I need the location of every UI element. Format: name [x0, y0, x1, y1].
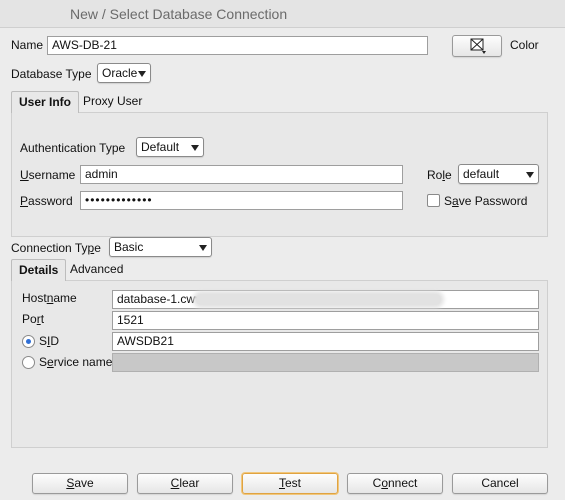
tab-advanced[interactable]: Advanced [63, 259, 130, 281]
auth-type-select[interactable]: Default [136, 137, 204, 157]
port-label: Port [22, 312, 45, 326]
sid-radio[interactable] [22, 335, 35, 348]
save-password-checkbox[interactable] [427, 194, 440, 207]
chevron-down-icon [199, 245, 207, 251]
auth-type-value: Default [141, 140, 180, 154]
connection-type-select[interactable]: Basic [109, 237, 212, 257]
password-input[interactable]: ••••••••••••• [80, 191, 403, 210]
service-name-input[interactable] [112, 353, 539, 372]
chevron-down-icon [191, 145, 199, 151]
cancel-button[interactable]: Cancel [452, 473, 548, 494]
name-label: Name [11, 38, 44, 52]
username-input[interactable]: admin [80, 165, 403, 184]
database-type-value: Oracle [102, 66, 138, 80]
username-label-rest: sername [28, 168, 76, 182]
save-button[interactable]: Save [32, 473, 128, 494]
save-password-label: Save Password [444, 194, 528, 208]
hostname-value: database-1.cwv [117, 292, 202, 306]
connection-type-value: Basic [114, 240, 144, 254]
color-label: Color [510, 38, 539, 52]
chevron-down-icon [526, 172, 534, 178]
service-name-label: Service name [39, 355, 113, 369]
database-type-select[interactable]: Oracle [97, 63, 151, 83]
service-name-radio[interactable] [22, 356, 35, 369]
clear-button[interactable]: Clear [137, 473, 233, 494]
tab-proxy-user[interactable]: Proxy User [76, 91, 149, 113]
role-label: Role [427, 168, 452, 182]
sid-label: SID [39, 334, 60, 348]
tab-user-info[interactable]: User Info [11, 91, 80, 113]
test-button[interactable]: Test [242, 473, 338, 494]
auth-type-label: Authentication Type [20, 141, 126, 155]
chevron-down-icon [138, 71, 146, 77]
port-input[interactable]: 1521 [112, 311, 539, 330]
tab-details[interactable]: Details [11, 259, 67, 281]
role-select[interactable]: default [458, 164, 539, 184]
database-type-label: Database Type [11, 67, 92, 81]
role-value: default [463, 167, 500, 181]
password-label: Password [20, 194, 73, 208]
username-label: Username [20, 168, 76, 182]
sid-input[interactable]: AWSDB21 [112, 332, 539, 351]
name-input[interactable]: AWS-DB-21 [47, 36, 428, 55]
connection-type-label: Connection Type [11, 241, 101, 255]
hostname-label: Hostname [22, 291, 77, 305]
redaction-blur [196, 294, 441, 305]
color-swatch-icon [470, 38, 486, 54]
window-title: New / Select Database Connection [0, 0, 565, 28]
connect-button[interactable]: Connect [347, 473, 443, 494]
color-picker-button[interactable] [452, 35, 502, 57]
